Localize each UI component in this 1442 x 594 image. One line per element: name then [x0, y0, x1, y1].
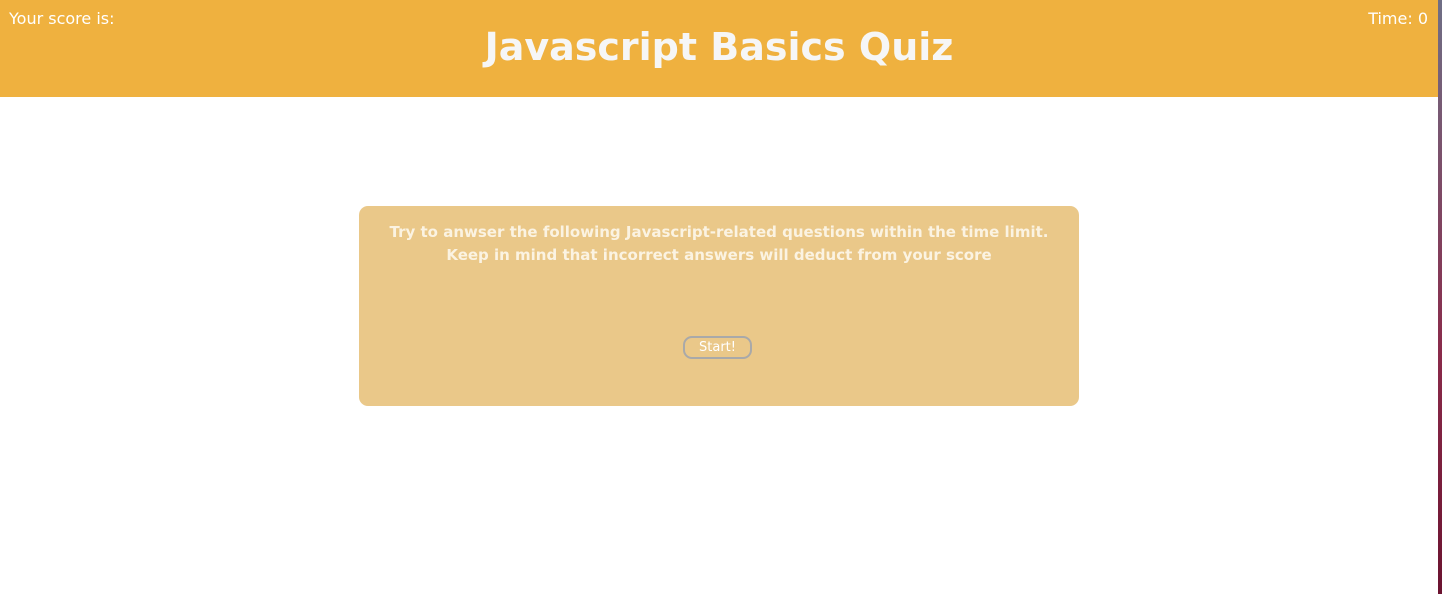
- timer-display: Time: 0: [1368, 9, 1428, 28]
- window-edge: [1438, 0, 1442, 594]
- header: Your score is: Javascript Basics Quiz Ti…: [0, 0, 1438, 97]
- quiz-instructions: Try to anwser the following Javascript-r…: [389, 223, 1049, 264]
- page-title: Javascript Basics Quiz: [484, 25, 954, 69]
- quiz-intro-card: Try to anwser the following Javascript-r…: [359, 206, 1079, 406]
- start-button[interactable]: Start!: [683, 336, 752, 359]
